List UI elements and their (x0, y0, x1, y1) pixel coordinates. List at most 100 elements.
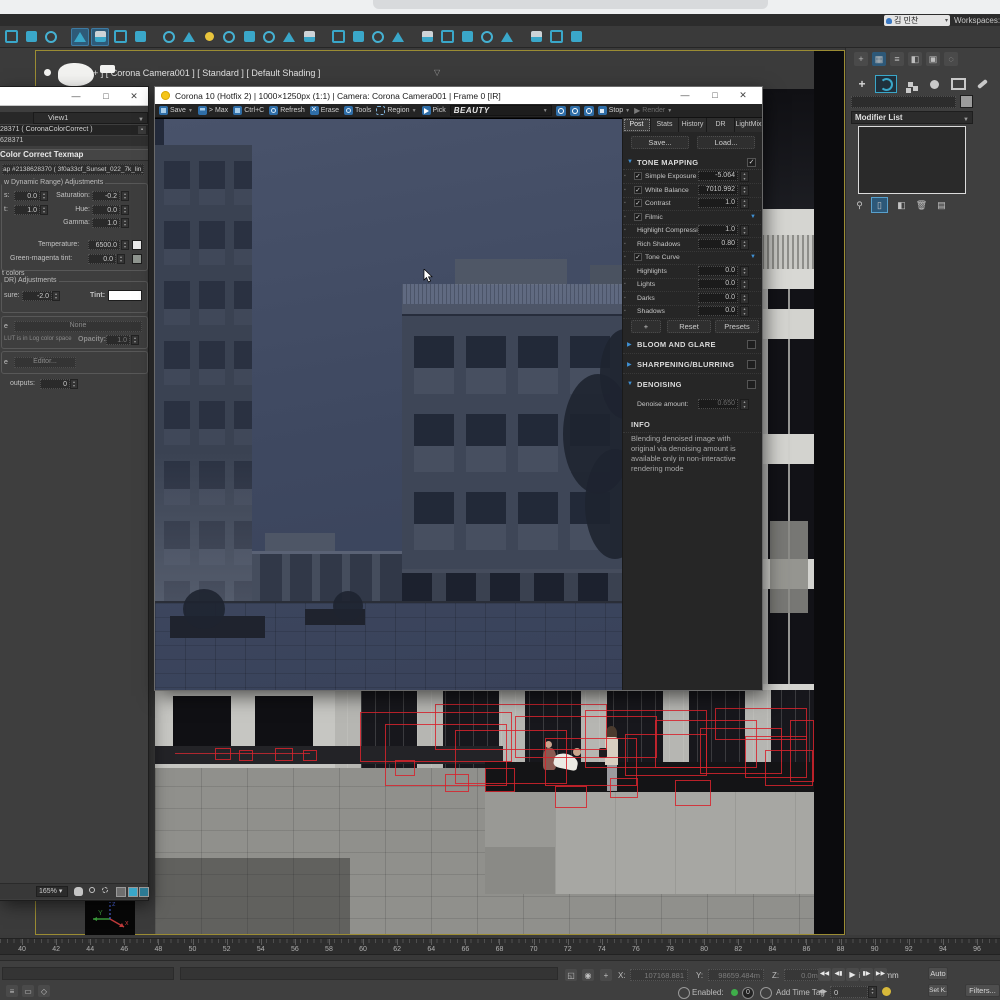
make-unique-icon[interactable]: ◧ (894, 198, 909, 212)
spinner[interactable]: ▴▾ (70, 379, 78, 389)
corona-camera-tools-icon[interactable] (180, 28, 198, 46)
render-element-dropdown[interactable]: BEAUTY ▼ (450, 105, 552, 116)
curve-editor-button[interactable]: Editor... (14, 357, 76, 368)
corona-sun-icon[interactable] (220, 28, 238, 46)
temperature-color-swatch[interactable] (132, 240, 142, 250)
param-checkbox[interactable]: ✓ (634, 172, 642, 180)
nav-close-icon[interactable]: ▪ (138, 126, 146, 134)
macro-icon[interactable]: ◇ (38, 985, 50, 997)
tone-mapping-header[interactable]: ▼ TONE MAPPING ✓ (623, 156, 762, 170)
user-account-dropdown[interactable]: 김 민찬 ▾ (884, 15, 950, 26)
param-value-field[interactable]: 7010.992 (698, 185, 738, 195)
set-key-button[interactable]: Set K. (928, 984, 948, 997)
collapse-arrow-icon[interactable]: ▼ (750, 254, 756, 260)
forest-tools-icon[interactable] (527, 28, 545, 46)
bloom-and-glare-section[interactable]: ▶ BLOOM AND GLARE (623, 338, 762, 354)
spinner[interactable]: ▴▾ (40, 191, 48, 201)
spinner[interactable]: ▴▾ (121, 240, 129, 250)
outputs-field[interactable]: 0 (40, 379, 70, 389)
tab-modify[interactable] (876, 76, 896, 92)
spinner[interactable]: ▴▾ (40, 205, 48, 215)
spinner[interactable]: ▴▾ (740, 225, 749, 236)
expander-icon[interactable]: ▪ (624, 200, 626, 206)
lut-none-button[interactable]: None (14, 321, 142, 332)
corona-material-icon[interactable] (369, 28, 387, 46)
brightness-field[interactable]: 0.0 (14, 191, 40, 201)
configure-modifier-icon[interactable]: ▤ (934, 198, 949, 212)
tonemap-param-contrast[interactable]: ▪✓Contrast1.0▴▾ (623, 197, 762, 211)
spinner[interactable]: ▴▾ (740, 279, 749, 290)
sharpening-blurring-section[interactable]: ▶ SHARPENING/BLURRING (623, 358, 762, 374)
expander-icon[interactable]: ▪ (624, 268, 626, 274)
spinner[interactable]: ▴▾ (740, 306, 749, 317)
tonemap-presets-button[interactable]: Presets (715, 320, 759, 333)
spinner[interactable]: ▴▾ (740, 239, 749, 250)
zoom-region-icon[interactable] (102, 887, 108, 893)
panel-key-icon[interactable]: ▣ (926, 52, 940, 66)
frame-arrows-icon[interactable]: ◀▶ (818, 988, 827, 995)
rollout-header[interactable]: Color Correct Texmap (0, 149, 148, 161)
x-coordinate-field[interactable]: 107168.881 (630, 969, 688, 981)
param-value-field[interactable]: 0.0 (698, 266, 738, 276)
tonemap-param-darks[interactable]: ▪Darks0.0▴▾ (623, 292, 762, 306)
spinner[interactable]: ▴▾ (740, 198, 749, 209)
opacity-field[interactable]: 1.0 (106, 335, 130, 345)
refresh-button[interactable]: Refresh (269, 106, 305, 115)
go-to-start-button[interactable]: ◀◀ (818, 968, 831, 981)
hdr-tint-swatch[interactable] (108, 290, 142, 301)
panel-grid-icon[interactable]: ▦ (872, 52, 886, 66)
collapse-arrow-icon[interactable]: ▼ (627, 159, 633, 165)
spinner[interactable]: ▴▾ (117, 254, 125, 264)
section-checkbox[interactable] (747, 340, 756, 349)
pan-hand-icon[interactable] (74, 887, 83, 896)
vfb-tab-dr[interactable]: DR (707, 118, 735, 132)
spinner[interactable]: ▴▾ (740, 266, 749, 277)
spinner[interactable]: ▴▾ (52, 291, 60, 301)
corona-light-icon[interactable] (200, 28, 218, 46)
param-checkbox[interactable]: ✓ (634, 199, 642, 207)
frame-spinner[interactable]: ▴▾ (868, 986, 877, 998)
tonemap-load-button[interactable]: Load... (697, 136, 755, 149)
time-tag-clock-icon[interactable] (760, 987, 772, 999)
pick-button[interactable]: Pick (422, 106, 446, 115)
render-button[interactable]: ▶ Render ▼ (634, 106, 672, 115)
key-filter-icon[interactable] (882, 987, 891, 996)
zoom-fit-icon[interactable] (584, 106, 594, 116)
corona-frame-buffer-icon[interactable] (438, 28, 456, 46)
ctrl-c-button[interactable]: Ctrl+C (233, 106, 264, 115)
spinner[interactable]: ▴▾ (131, 335, 139, 345)
rendered-image[interactable] (155, 118, 622, 690)
tab-motion[interactable] (924, 76, 944, 92)
minimize-button[interactable]: — (677, 89, 693, 101)
lut-log-checkbox-label[interactable]: LUT is in Log color space (4, 336, 72, 342)
tint-color-swatch[interactable] (132, 254, 142, 264)
auto-key-button[interactable]: Auto (928, 967, 948, 980)
previous-frame-button[interactable]: ◀▮ (832, 968, 845, 981)
vfb-tab-lightmix[interactable]: LightMix (735, 118, 762, 132)
spinner[interactable]: ▴▾ (121, 205, 129, 215)
tonemap-param-highlights[interactable]: ▪Highlights0.0▴▾ (623, 265, 762, 279)
viewer-option-icon[interactable] (139, 887, 149, 897)
-max-button[interactable]: > Max (198, 106, 228, 115)
rectangular-selection-region-icon[interactable] (111, 28, 129, 46)
spinner[interactable]: ▴▾ (740, 185, 749, 196)
zoom-level-dropdown[interactable]: 165% ▾ (36, 886, 68, 897)
expander-icon[interactable]: ▪ (624, 227, 626, 233)
saturation-field[interactable]: -0.2 (92, 191, 120, 201)
section-checkbox[interactable]: ✓ (747, 158, 756, 167)
corona-scatter-icon[interactable] (240, 28, 258, 46)
remove-modifier-icon[interactable]: 🗑 (914, 198, 929, 212)
maxscript-icon[interactable]: ≡ (6, 985, 18, 997)
add-panel-icon[interactable]: + (854, 52, 868, 66)
param-checkbox[interactable]: ✓ (634, 253, 642, 261)
tonemap-param-simple-exposure[interactable]: ▪✓Simple Exposure-5.064▴▾ (623, 170, 762, 184)
expander-icon[interactable]: ▪ (624, 214, 626, 220)
panel-chat-icon[interactable]: ◧ (908, 52, 922, 66)
tonemap-param-rich-shadows[interactable]: ▪Rich Shadows0.80▴▾ (623, 238, 762, 252)
tonemap-param-highlight-compression[interactable]: ▪Highlight Compression1.0▴▾ (623, 224, 762, 238)
denoise-amount-field[interactable]: 0.650 (698, 399, 738, 409)
viewer-option-icon[interactable] (128, 887, 138, 897)
hue-field[interactable]: 0.0 (92, 205, 120, 215)
temperature-field[interactable]: 6500.0 (88, 240, 120, 250)
erase-button[interactable]: Erase (310, 106, 339, 115)
